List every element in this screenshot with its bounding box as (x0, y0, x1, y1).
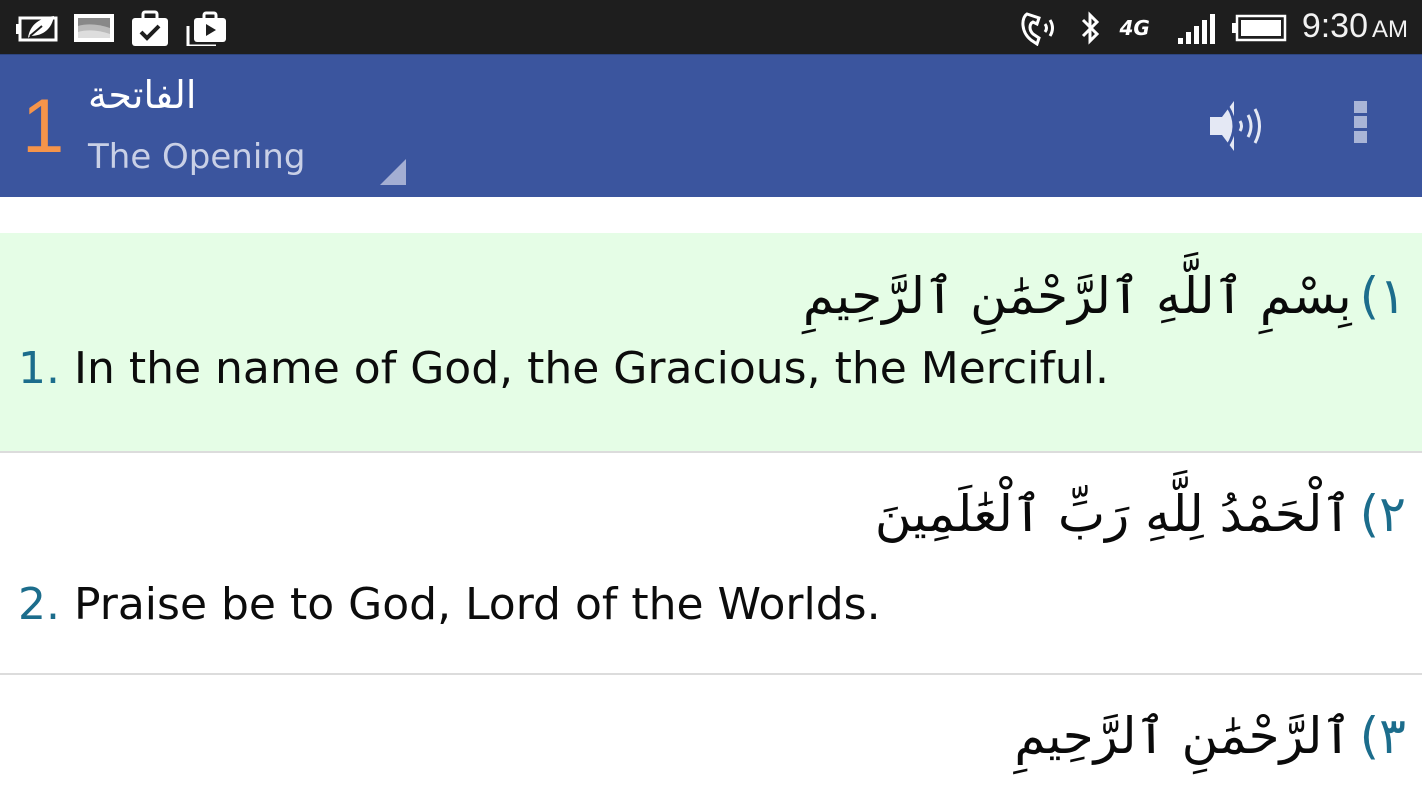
clock: 9:30 AM (1302, 4, 1408, 52)
surah-name-english: The Opening (88, 137, 306, 177)
verse-arabic: ٱلْحَمْدُ لِلَّهِ رَبِّ ٱلْعَٰلَمِينَ (874, 485, 1352, 543)
surah-name-arabic: الفاتحة (88, 73, 197, 117)
battery-icon (1231, 10, 1288, 46)
verse-number: 1. (18, 343, 60, 394)
clock-time: 9:30 (1301, 7, 1368, 45)
verse-translation: Praise be to God, Lord of the Worlds. (73, 579, 881, 630)
task-briefcase-icon (128, 10, 172, 46)
verse-translation-text: 2. Praise be to God, Lord of the Worlds. (0, 549, 1422, 635)
verse-arabic: بِسْمِ ٱللَّهِ ٱلرَّحْمَٰنِ ٱلرَّحِيمِ (802, 267, 1352, 325)
bluetooth-icon (1077, 10, 1105, 46)
list-top-spacer (0, 197, 1422, 233)
video-briefcase-icon (184, 10, 228, 46)
verse-arabic-text: ٢)ٱلْحَمْدُ لِلَّهِ رَبِّ ٱلْعَٰلَمِينَ (0, 453, 1422, 549)
verse-arabic-text: ١)بِسْمِ ٱللَّهِ ٱلرَّحْمَٰنِ ٱلرَّحِيمِ (0, 233, 1422, 331)
notification-icons (16, 10, 228, 46)
wifi-calling-icon (1019, 10, 1063, 46)
surah-selector[interactable]: 1 الفاتحة The Opening (0, 55, 420, 198)
verse-translation: In the name of God, the Gracious, the Me… (73, 343, 1109, 394)
signal-strength-icon (1174, 10, 1218, 46)
verse-arabic-text: ٣)ٱلرَّحْمَٰنِ ٱلرَّحِيمِ (0, 675, 1422, 771)
surah-number: 1 (22, 84, 65, 169)
status-bar: 4G 9:30 AM (0, 0, 1422, 54)
verse-arabic-number: ٢) (1359, 485, 1406, 543)
verse-item[interactable]: ٢)ٱلْحَمْدُ لِلَّهِ رَبِّ ٱلْعَٰلَمِينَ … (0, 453, 1422, 675)
power-saver-icon (16, 10, 60, 46)
verse-list[interactable]: ١)بِسْمِ ٱللَّهِ ٱلرَّحْمَٰنِ ٱلرَّحِيمِ… (0, 197, 1422, 800)
action-bar: 1 الفاتحة The Opening (0, 54, 1422, 198)
clock-ampm: AM (1372, 16, 1408, 43)
speaker-icon (1204, 101, 1264, 163)
verse-arabic-number: ١) (1359, 267, 1406, 325)
overflow-menu-icon-dot (1353, 116, 1367, 128)
verse-item[interactable]: ٣)ٱلرَّحْمَٰنِ ٱلرَّحِيمِ (0, 675, 1422, 805)
verse-item[interactable]: ١)بِسْمِ ٱللَّهِ ٱلرَّحْمَٰنِ ٱلرَّحِيمِ… (0, 233, 1422, 453)
verse-translation-text: 1. In the name of God, the Gracious, the … (0, 331, 1422, 399)
play-audio-button[interactable] (1204, 93, 1264, 159)
verse-number: 2. (18, 579, 60, 630)
system-icons: 4G 9:30 AM (1019, 6, 1408, 50)
gallery-icon (72, 10, 116, 46)
overflow-menu-icon-dot (1353, 131, 1367, 143)
network-4g-icon: 4G (1119, 16, 1150, 40)
overflow-menu-icon-dot (1353, 101, 1367, 113)
overflow-menu-button[interactable] (1340, 101, 1380, 157)
dropdown-caret-icon (380, 159, 406, 185)
verse-arabic-number: ٣) (1359, 707, 1406, 765)
verse-arabic: ٱلرَّحْمَٰنِ ٱلرَّحِيمِ (1014, 707, 1352, 765)
